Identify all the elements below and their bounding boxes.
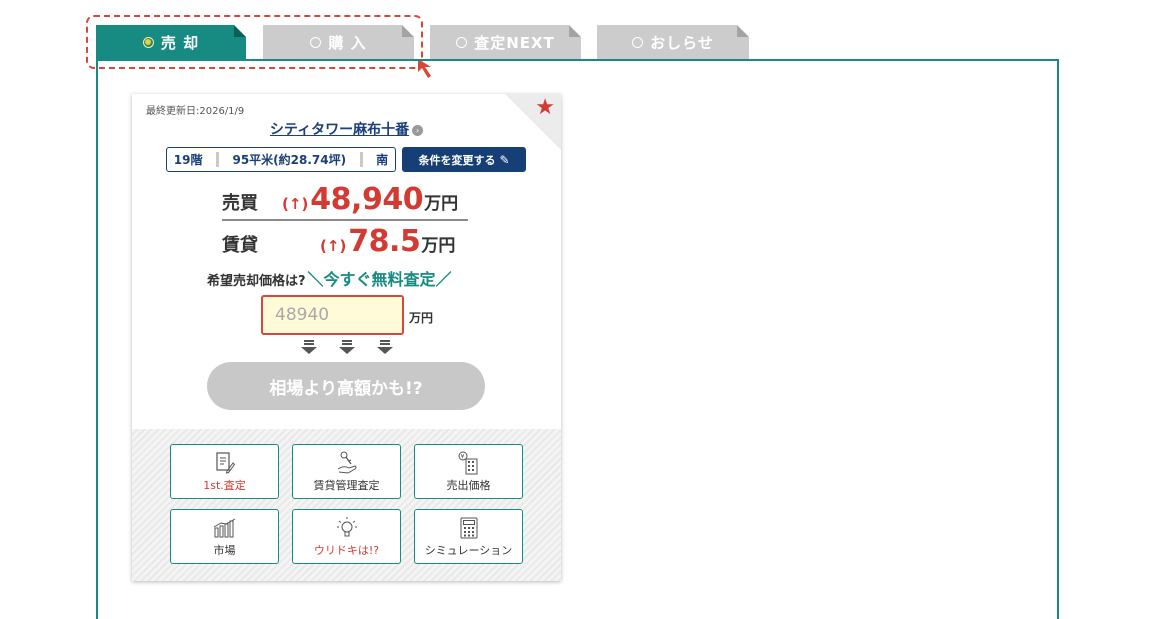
down-arrow-icon <box>338 340 356 354</box>
document-pen-icon <box>215 451 235 475</box>
menu-listing-price-button[interactable]: ¥ 売出価格 <box>414 444 523 499</box>
hope-price-question: 希望売却価格は? <box>207 274 306 289</box>
menu-first-assessment-button[interactable]: 1st.査定 <box>170 444 279 499</box>
tab-corner-fold <box>737 25 749 37</box>
rent-price-unit: 万円 <box>421 236 456 256</box>
sale-label: 売買 <box>222 193 258 214</box>
menu-label: シミュレーション <box>424 543 513 557</box>
hope-price-unit: 万円 <box>409 311 434 325</box>
menu-label: 賃貸管理査定 <box>313 478 380 492</box>
menu-market-button[interactable]: 市場 <box>170 509 279 564</box>
tab-corner-fold <box>569 25 581 37</box>
tab-assessment-next[interactable]: 査定NEXT <box>430 25 581 59</box>
menu-rental-management-button[interactable]: 賃貸管理査定 <box>292 444 401 499</box>
down-arrow-icon <box>300 340 318 354</box>
menu-grid: 1st.査定 賃貸管理査定 ¥ 売出価格 市場 ウリドキは!? シミュレーション <box>132 429 561 581</box>
hope-price-input[interactable] <box>261 295 404 335</box>
change-conditions-button[interactable]: 条件を変更する ✎ <box>402 147 526 172</box>
sale-price-unit: 万円 <box>424 194 459 214</box>
condition-separator <box>215 152 219 167</box>
menu-label: 市場 <box>213 543 236 557</box>
building-name-link[interactable]: シティタワー麻布十番 <box>270 122 409 138</box>
menu-label: 売出価格 <box>446 478 491 492</box>
condition-separator <box>359 152 363 167</box>
conditions-box: 19階 95平米(約28.74坪) 南 <box>166 147 396 172</box>
pencil-icon: ✎ <box>499 152 510 167</box>
tab-assessment-next-label: 査定NEXT <box>474 33 555 52</box>
down-arrow-icon <box>376 340 394 354</box>
up-arrow-icon: (↑) <box>320 237 347 255</box>
hand-key-icon <box>336 451 358 475</box>
down-arrows <box>300 340 394 354</box>
chevron-right-icon[interactable]: › <box>412 125 424 136</box>
rent-price-value: 78.5 <box>348 224 421 259</box>
tab-news[interactable]: おしらせ <box>597 25 749 59</box>
menu-selling-time-button[interactable]: ウリドキは!? <box>292 509 401 564</box>
sale-price-value: 48,940 <box>310 182 424 217</box>
menu-simulation-button[interactable]: シミュレーション <box>414 509 523 564</box>
sale-price-row: 売買 (↑) 48,940 万円 <box>222 182 468 221</box>
up-arrow-icon: (↑) <box>282 195 309 213</box>
last-updated: 最終更新日:2026/1/9 <box>146 106 245 117</box>
rent-label: 賃貸 <box>222 235 258 256</box>
svg-text:¥: ¥ <box>460 453 464 460</box>
building-row: シティタワー麻布十番 › <box>132 119 561 139</box>
condition-direction: 南 <box>376 153 389 167</box>
yen-building-icon: ¥ <box>457 451 481 475</box>
menu-label: ウリドキは!? <box>313 543 380 557</box>
free-assessment-cta: ＼今すぐ無料査定／ <box>307 270 452 289</box>
rent-price-row: 賃貸 (↑) 78.5 万円 <box>222 224 468 259</box>
hope-price-row: 希望売却価格は? ＼今すぐ無料査定／ <box>207 266 452 290</box>
tab-news-label: おしらせ <box>650 33 714 52</box>
radio-unselected-icon <box>632 36 644 48</box>
change-conditions-label: 条件を変更する <box>418 153 496 167</box>
property-card: ★ 最終更新日:2026/1/9 シティタワー麻布十番 › 19階 95平米(約2… <box>132 94 561 581</box>
estimate-button[interactable]: 相場より高額かも!? <box>207 362 485 410</box>
radio-unselected-icon <box>456 36 468 48</box>
menu-label: 1st.査定 <box>203 478 246 492</box>
star-icon[interactable]: ★ <box>535 97 555 119</box>
bar-chart-icon <box>213 516 237 540</box>
calculator-icon <box>460 516 478 540</box>
lightbulb-icon <box>335 516 359 540</box>
condition-floor: 19階 <box>173 153 203 167</box>
condition-area: 95平米(約28.74坪) <box>232 153 347 167</box>
